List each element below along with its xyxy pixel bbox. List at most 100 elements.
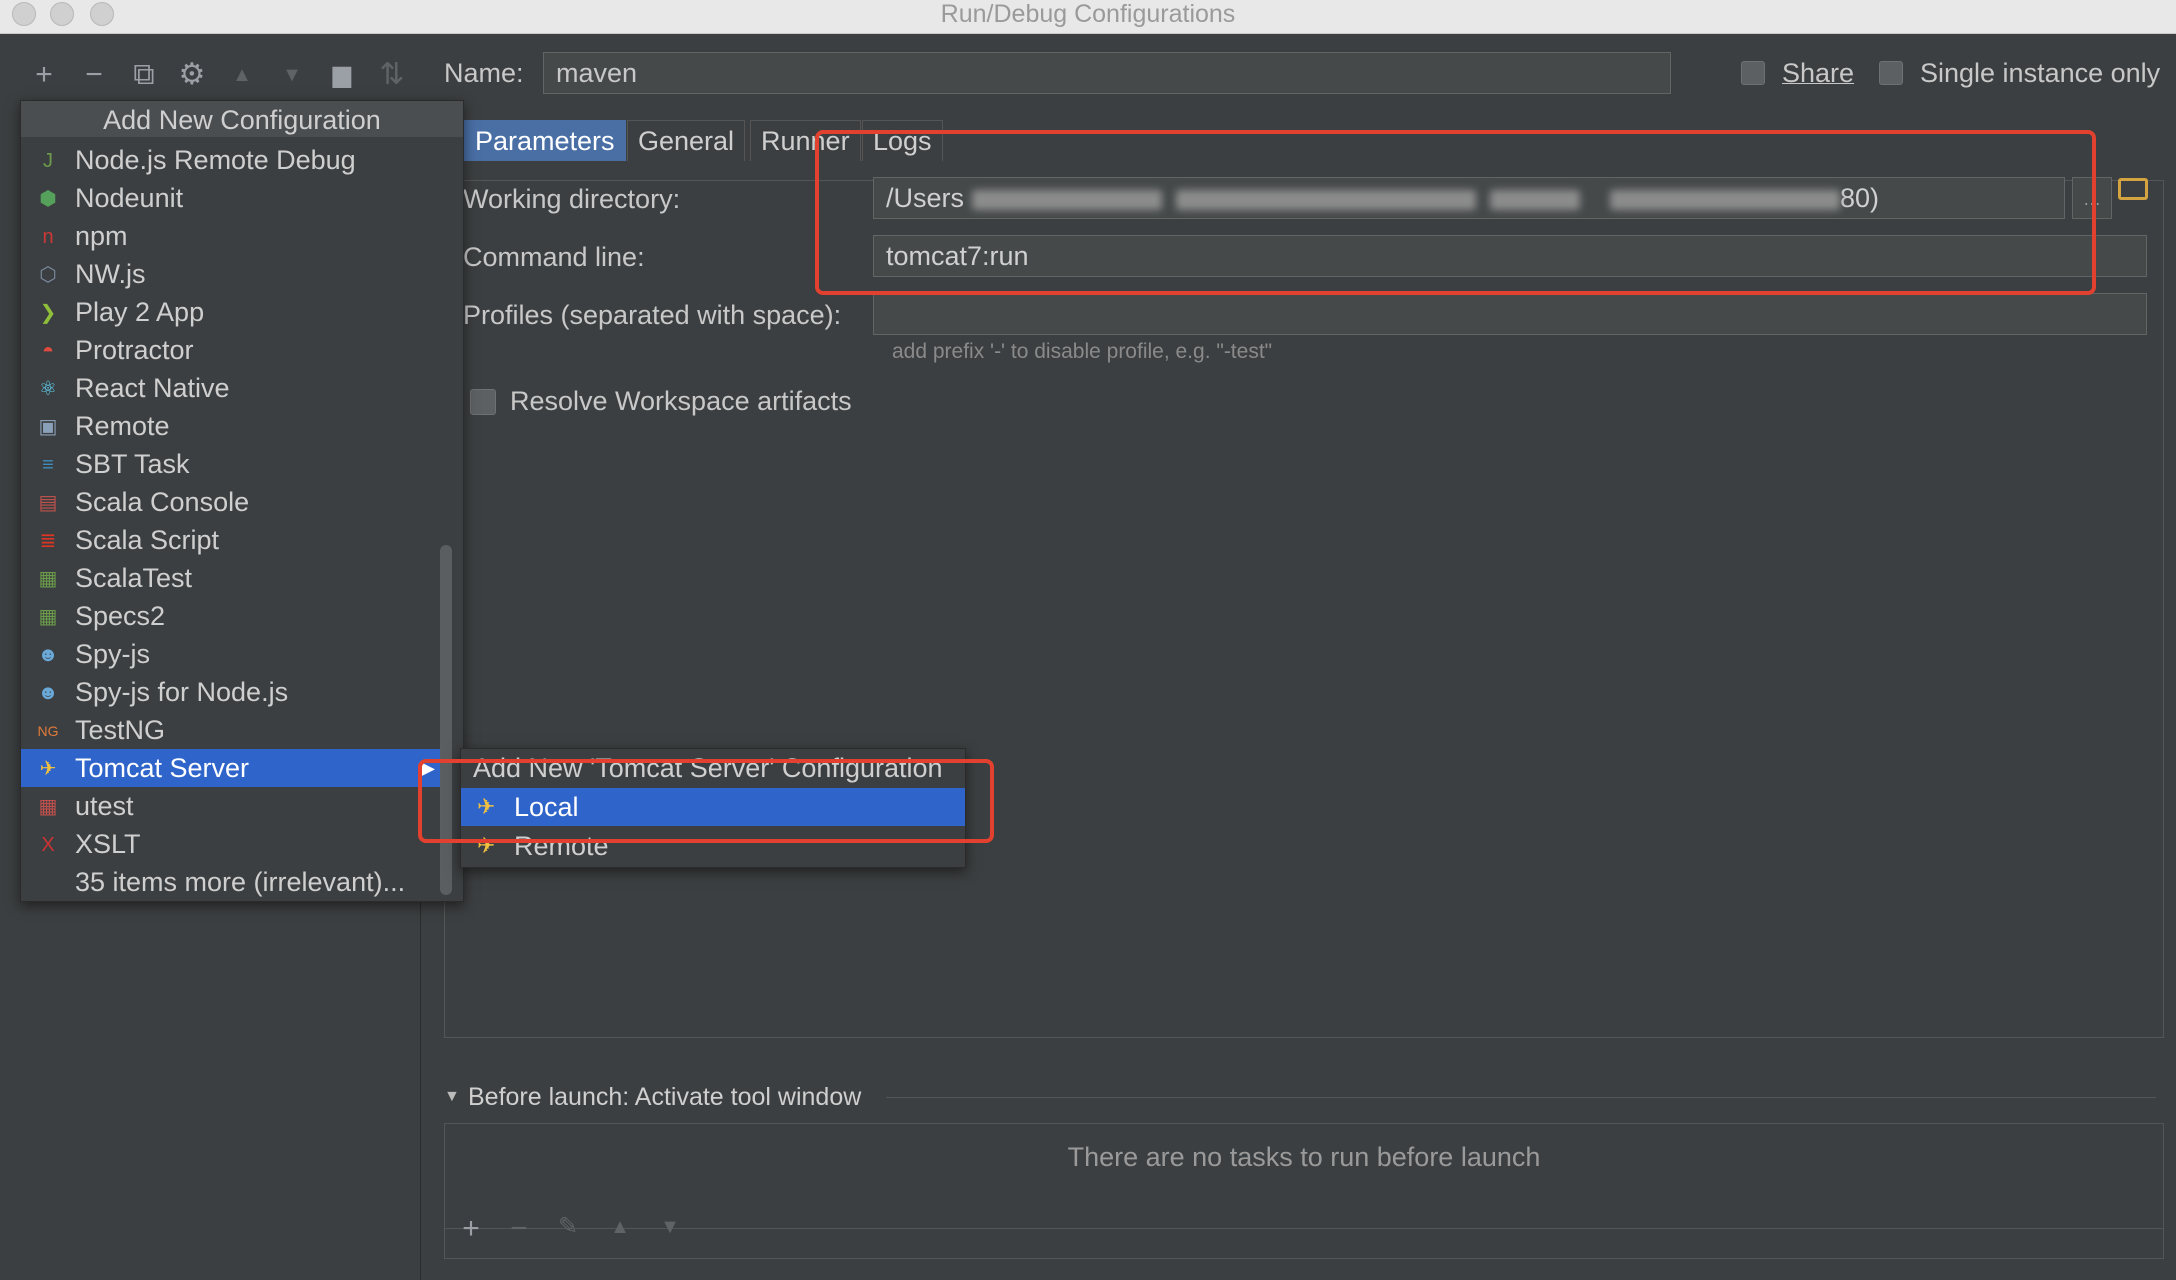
- resolve-workspace-checkbox[interactable]: [470, 389, 496, 415]
- before-launch-divider: [886, 1097, 2156, 1098]
- scala-script-icon: ≣: [39, 530, 57, 552]
- popup-item[interactable]: ⬢ Nodeunit: [21, 179, 441, 217]
- popup-item[interactable]: ☻ Spy-js: [21, 635, 441, 673]
- arrow-up-icon: ▲: [610, 1216, 630, 1238]
- remote-icon: ▣: [38, 416, 58, 438]
- spyjs-node-icon: ☻: [37, 682, 59, 704]
- popup-item[interactable]: ◓ Protractor: [21, 331, 441, 369]
- before-launch-empty-text: There are no tasks to run before launch: [1067, 1142, 1541, 1172]
- folder-icon: ▆: [332, 61, 352, 88]
- popup-item[interactable]: NG TestNG: [21, 711, 441, 749]
- add-task-button[interactable]: +: [454, 1212, 488, 1246]
- share-label: Share: [1782, 58, 1855, 88]
- name-label: Name:: [444, 58, 524, 88]
- popup-item-label: Specs2: [75, 601, 166, 631]
- folder-button[interactable]: ▆: [325, 58, 359, 92]
- popup-item[interactable]: J Node.js Remote Debug: [21, 141, 441, 179]
- popup-header: Add New Configuration: [21, 101, 463, 137]
- popup-item-label: npm: [75, 221, 128, 251]
- react-icon: ⚛: [39, 378, 57, 400]
- popup-item-label: Remote: [75, 411, 170, 441]
- share-checkbox[interactable]: [1741, 61, 1765, 85]
- popup-item-label: 35 items more (irrelevant)...: [75, 867, 406, 897]
- move-down-button[interactable]: ▼: [275, 58, 309, 92]
- add-configuration-button[interactable]: +: [27, 58, 61, 92]
- before-launch-toolbar: [444, 1205, 2164, 1259]
- edit-defaults-button[interactable]: ⚙: [175, 58, 209, 92]
- popup-item[interactable]: ≡ SBT Task: [21, 445, 441, 483]
- popup-item[interactable]: ✈ Tomcat Server ▶: [21, 749, 441, 787]
- popup-item[interactable]: ▦ ScalaTest: [21, 559, 441, 597]
- nwjs-icon: ⬡: [39, 264, 57, 286]
- popup-item-label: Nodeunit: [75, 183, 184, 213]
- move-task-down-button[interactable]: ▼: [653, 1216, 687, 1239]
- copy-configuration-button[interactable]: ⧉: [127, 58, 161, 92]
- nodejs-icon: J: [43, 150, 53, 172]
- remove-task-button[interactable]: −: [502, 1212, 536, 1246]
- popup-item[interactable]: ☻ Spy-js for Node.js: [21, 673, 441, 711]
- tab-parameters[interactable]: Parameters: [464, 120, 626, 161]
- popup-item-label: ScalaTest: [75, 563, 193, 593]
- plus-icon: +: [35, 58, 53, 91]
- highlight-box-fields: [815, 130, 2096, 295]
- name-input[interactable]: maven: [543, 52, 1671, 94]
- working-directory-label: Working directory:: [463, 184, 681, 214]
- popup-item-label: Spy-js: [75, 639, 151, 669]
- popup-item-label: XSLT: [75, 829, 141, 859]
- popup-item-label: Tomcat Server: [75, 753, 250, 783]
- popup-item[interactable]: X XSLT: [21, 825, 441, 863]
- profiles-label: Profiles (separated with space):: [463, 300, 842, 330]
- copy-icon: ⧉: [133, 58, 155, 91]
- sbt-icon: ≡: [42, 454, 54, 476]
- scala-console-icon: ▤: [38, 492, 58, 514]
- popup-item-label: Play 2 App: [75, 297, 205, 327]
- sort-button[interactable]: ⇅: [375, 58, 409, 92]
- edit-task-button[interactable]: ✎: [551, 1212, 585, 1241]
- popup-item-label: TestNG: [75, 715, 166, 745]
- pencil-icon: ✎: [557, 1213, 579, 1240]
- tab-general[interactable]: General: [627, 120, 746, 161]
- popup-item[interactable]: 35 items more (irrelevant)...: [21, 863, 441, 901]
- popup-item[interactable]: ▦ Specs2: [21, 597, 441, 635]
- resolve-workspace-label: Resolve Workspace artifacts: [510, 386, 852, 416]
- title-bar: Run/Debug Configurations: [0, 0, 2176, 34]
- npm-icon: n: [42, 226, 54, 248]
- plus-icon: +: [462, 1212, 480, 1245]
- popup-item[interactable]: ▤ Scala Console: [21, 483, 441, 521]
- popup-item[interactable]: n npm: [21, 217, 441, 255]
- arrow-up-icon: ▲: [232, 64, 252, 86]
- arrow-down-icon: ▼: [660, 1216, 680, 1238]
- profiles-hint: add prefix '-' to disable profile, e.g. …: [892, 340, 1273, 363]
- popup-item[interactable]: ⚛ React Native: [21, 369, 441, 407]
- move-task-up-button[interactable]: ▲: [603, 1216, 637, 1239]
- popup-item-label: Protractor: [75, 335, 194, 365]
- popup-item-label: SBT Task: [75, 449, 190, 479]
- command-line-label: Command line:: [463, 242, 645, 272]
- xslt-icon: X: [41, 834, 55, 856]
- popup-item-label: Scala Script: [75, 525, 220, 555]
- popup-item-label: utest: [75, 791, 134, 821]
- add-configuration-popup: Add New Configuration J Node.js Remote De…: [20, 100, 464, 902]
- single-instance-checkbox[interactable]: [1879, 61, 1903, 85]
- sort-icon: ⇅: [379, 58, 405, 91]
- popup-item[interactable]: ≣ Scala Script: [21, 521, 441, 559]
- popup-item[interactable]: ▣ Remote: [21, 407, 441, 445]
- nodeunit-icon: ⬢: [39, 188, 57, 210]
- before-launch-label: Before launch: Activate tool window: [468, 1083, 862, 1111]
- profiles-input[interactable]: [873, 293, 2147, 335]
- play-icon: ❯: [39, 302, 57, 324]
- popup-item-label: React Native: [75, 373, 230, 403]
- remove-configuration-button[interactable]: −: [77, 58, 111, 92]
- popup-item[interactable]: ⬡ NW.js: [21, 255, 441, 293]
- folder-icon[interactable]: [2118, 178, 2148, 200]
- highlight-box-local: [418, 759, 994, 843]
- popup-item-label: NW.js: [75, 259, 146, 289]
- popup-item-label: Spy-js for Node.js: [75, 677, 289, 707]
- utest-icon: ▦: [38, 796, 58, 818]
- move-up-button[interactable]: ▲: [225, 58, 259, 92]
- arrow-down-icon: ▼: [282, 64, 302, 86]
- popup-item-label: Node.js Remote Debug: [75, 145, 356, 175]
- popup-item[interactable]: ❯ Play 2 App: [21, 293, 441, 331]
- collapse-triangle-icon[interactable]: ▼: [444, 1088, 460, 1106]
- popup-item[interactable]: ▦ utest: [21, 787, 441, 825]
